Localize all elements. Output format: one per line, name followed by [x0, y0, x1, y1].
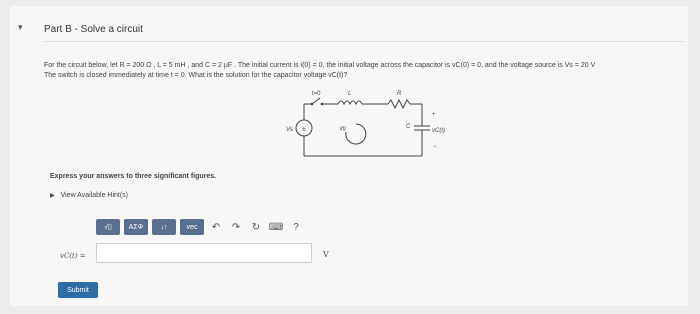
undo-icon[interactable]: ↶: [208, 219, 224, 235]
answer-input[interactable]: [96, 243, 312, 263]
arrows-button[interactable]: ↓↑: [152, 219, 176, 235]
capacitor-minus: −: [433, 144, 437, 150]
vector-button[interactable]: vec: [180, 219, 204, 235]
capacitor-label: C: [406, 124, 411, 130]
problem-line-2: The switch is closed immediately at time…: [44, 72, 348, 79]
collapse-caret-icon[interactable]: ▾: [18, 22, 23, 33]
part-title: Part B - Solve a circuit: [44, 24, 143, 35]
view-hints-label: View Available Hint(s): [60, 192, 129, 199]
current-label: i(t): [340, 126, 346, 132]
capacitor-plus: +: [432, 112, 436, 118]
submit-button[interactable]: Submit: [58, 282, 98, 298]
instructions: Express your answers to three significan…: [50, 173, 217, 180]
templates-button[interactable]: √▯: [96, 219, 120, 235]
source-polarity: ±: [302, 126, 306, 133]
switch-label: t=0: [312, 91, 321, 97]
problem-line-1: For the circuit below, let R = 200 Ω , L…: [44, 62, 596, 69]
view-hints-link[interactable]: ▶ View Available Hint(s): [50, 192, 128, 199]
circuit-diagram: ± t=0 L R Vs i(t) C + vC(t) −: [286, 91, 445, 157]
vc-label: vC(t): [432, 128, 445, 134]
keyboard-icon[interactable]: ⌨: [268, 219, 284, 235]
resistor-zigzag: [387, 98, 411, 110]
math-toolbar: √▯ ΑΣΦ ↓↑ vec ↶ ↷ ↻ ⌨ ?: [96, 218, 304, 236]
source-label: Vs: [286, 127, 293, 133]
redo-icon[interactable]: ↷: [228, 219, 244, 235]
help-icon[interactable]: ?: [288, 219, 304, 235]
divider: [44, 41, 684, 42]
answer-unit: V: [323, 250, 329, 259]
switch-blade: [311, 97, 321, 105]
answer-label: vC(t) =: [60, 252, 86, 260]
greek-symbols-button[interactable]: ΑΣΦ: [124, 219, 148, 235]
current-loop-arrow: [345, 123, 367, 145]
expand-arrow-icon: ▶: [50, 193, 55, 199]
resistor-label: R: [397, 91, 402, 97]
reset-icon[interactable]: ↻: [248, 219, 264, 235]
inductor-label: L: [348, 91, 351, 97]
inductor-coil: [337, 100, 363, 106]
problem-statement: For the circuit below, let R = 200 Ω , L…: [44, 61, 684, 81]
